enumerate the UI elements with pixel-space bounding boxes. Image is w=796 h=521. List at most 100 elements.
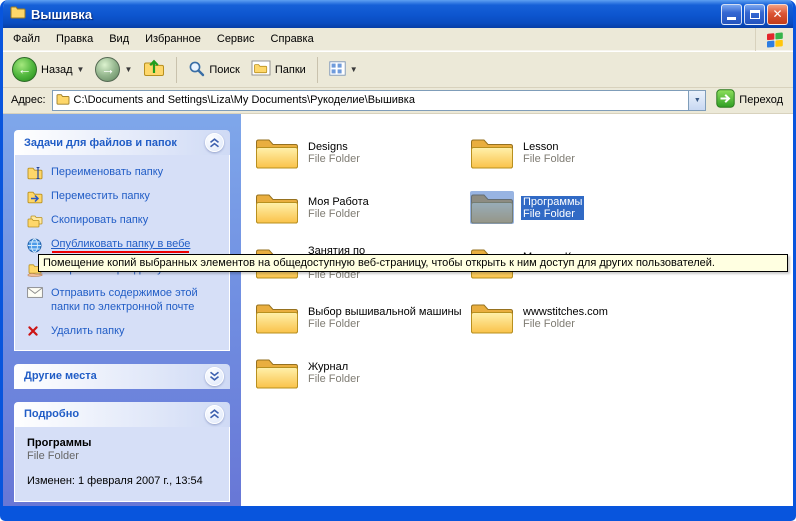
publish-tooltip: Помещение копий выбранных элементов на о… <box>38 254 788 272</box>
window-title: Вышивка <box>31 7 716 22</box>
address-folder-icon <box>56 93 70 108</box>
minimize-button[interactable] <box>721 4 742 25</box>
search-button[interactable]: Поиск <box>183 56 244 84</box>
file-type: File Folder <box>306 318 464 330</box>
menu-item[interactable]: Избранное <box>137 29 209 49</box>
file-tile[interactable]: Журнал File Folder <box>255 352 470 394</box>
address-input[interactable]: C:\Documents and Settings\Liza\My Docume… <box>52 90 707 111</box>
views-button[interactable]: ▼ <box>324 57 363 83</box>
details-section: Подробно Программы File Folder Изменен: … <box>14 402 230 502</box>
file-tile[interactable]: Программы File Folder <box>470 187 685 229</box>
file-name: Журнал <box>306 361 362 373</box>
details-header[interactable]: Подробно <box>14 402 230 427</box>
task-item[interactable]: Удалить папку <box>27 324 223 338</box>
file-tile[interactable]: wwwstitches.com File Folder <box>470 297 685 339</box>
folder-icon <box>470 300 514 336</box>
address-label: Адрес: <box>11 94 46 106</box>
file-type: File Folder <box>306 208 371 220</box>
folder-icon <box>255 300 299 336</box>
folder-icon <box>470 190 514 226</box>
minimize-icon <box>727 17 736 20</box>
details-modified: Изменен: 1 февраля 2007 г., 13:54 <box>27 475 219 487</box>
forward-button[interactable]: → ▼ <box>90 53 137 86</box>
delete-icon <box>27 324 44 337</box>
go-button[interactable]: Переход <box>712 89 787 111</box>
details-file-name: Программы <box>27 437 219 449</box>
go-label: Переход <box>739 94 783 106</box>
file-type: File Folder <box>521 318 610 330</box>
details-file-type: File Folder <box>27 450 219 462</box>
file-type: File Folder <box>306 373 362 385</box>
up-button[interactable] <box>138 55 170 84</box>
task-item[interactable]: Переименовать папку <box>27 165 223 180</box>
file-tile[interactable]: Моя Работа File Folder <box>255 187 470 229</box>
go-icon <box>716 89 735 111</box>
task-item[interactable]: Опубликовать папку в вебе <box>27 237 223 253</box>
expand-chevron-icon[interactable] <box>205 367 224 386</box>
file-name: Моя Работа <box>306 196 371 208</box>
toolbar-separator <box>176 57 177 83</box>
task-item[interactable]: Скопировать папку <box>27 213 223 228</box>
rename-folder-icon <box>27 165 44 180</box>
main-area: Задачи для файлов и папок Переименовать … <box>3 114 793 506</box>
file-name: Lesson <box>521 141 577 153</box>
maximize-button[interactable] <box>744 4 765 25</box>
collapse-chevron-icon[interactable] <box>205 405 224 424</box>
forward-dropdown-icon: ▼ <box>124 65 132 74</box>
toolbar-separator <box>317 57 318 83</box>
folder-icon <box>255 135 299 171</box>
maximize-icon <box>750 10 760 19</box>
task-label: Переименовать папку <box>51 165 163 179</box>
task-label: Скопировать папку <box>51 213 148 227</box>
menu-item[interactable]: Файл <box>5 29 48 49</box>
views-icon <box>329 61 346 79</box>
publish-web-icon <box>27 237 44 253</box>
task-label: Отправить содержимое этой папки по элект… <box>51 286 223 315</box>
task-pane: Задачи для файлов и папок Переименовать … <box>3 114 241 506</box>
folder-icon <box>470 135 514 171</box>
close-button[interactable]: ✕ <box>767 4 788 25</box>
windows-logo-icon <box>755 28 793 51</box>
up-folder-icon <box>143 59 165 80</box>
other-places-section: Другие места <box>14 364 230 389</box>
views-dropdown-icon: ▼ <box>350 65 358 74</box>
menu-item[interactable]: Вид <box>101 29 137 49</box>
file-name: Программы <box>521 196 584 208</box>
folders-label: Папки <box>275 64 306 76</box>
back-button[interactable]: ← Назад ▼ <box>7 53 89 86</box>
file-tile[interactable]: Designs File Folder <box>255 132 470 174</box>
folders-button[interactable]: Папки <box>246 56 311 83</box>
back-dropdown-icon: ▼ <box>77 65 85 74</box>
menu-item[interactable]: Справка <box>263 29 322 49</box>
back-icon: ← <box>12 57 37 82</box>
file-name: Designs <box>306 141 362 153</box>
menu-item[interactable]: Правка <box>48 29 101 49</box>
file-tasks-header[interactable]: Задачи для файлов и папок <box>14 130 230 155</box>
other-places-header[interactable]: Другие места <box>14 364 230 389</box>
file-tasks-title: Задачи для файлов и папок <box>24 137 205 149</box>
search-label: Поиск <box>209 64 239 76</box>
file-list-area: Designs File Folder Lesson File Folder <box>241 114 793 506</box>
folder-icon <box>255 355 299 391</box>
task-item[interactable]: Переместить папку <box>27 189 223 204</box>
toolbar: ← Назад ▼ → ▼ Поиск Папки ▼ <box>3 51 793 88</box>
file-type: File Folder <box>306 153 362 165</box>
menu-bar: Файл Правка Вид Избранное Сервис Справка <box>3 28 793 51</box>
address-path: C:\Documents and Settings\Liza\My Docume… <box>74 94 685 106</box>
task-label: Удалить папку <box>51 324 125 338</box>
file-tile[interactable]: Выбор вышивальной машины File Folder <box>255 297 470 339</box>
menu-item[interactable]: Сервис <box>209 29 263 49</box>
explorer-window: Вышивка ✕ Файл Правка Вид Избранное Серв… <box>0 0 796 521</box>
collapse-chevron-icon[interactable] <box>205 133 224 152</box>
folders-icon <box>251 60 271 79</box>
details-body: Программы File Folder Изменен: 1 февраля… <box>14 427 230 502</box>
file-tasks-section: Задачи для файлов и папок Переименовать … <box>14 130 230 351</box>
address-dropdown-button[interactable]: ▼ <box>688 91 705 110</box>
copy-folder-icon <box>27 213 44 228</box>
email-icon <box>27 286 44 298</box>
task-item[interactable]: Отправить содержимое этой папки по элект… <box>27 286 223 315</box>
file-tile[interactable]: Lesson File Folder <box>470 132 685 174</box>
title-bar: Вышивка ✕ <box>3 0 793 28</box>
file-name: Выбор вышивальной машины <box>306 306 464 318</box>
file-type: File Folder <box>521 153 577 165</box>
